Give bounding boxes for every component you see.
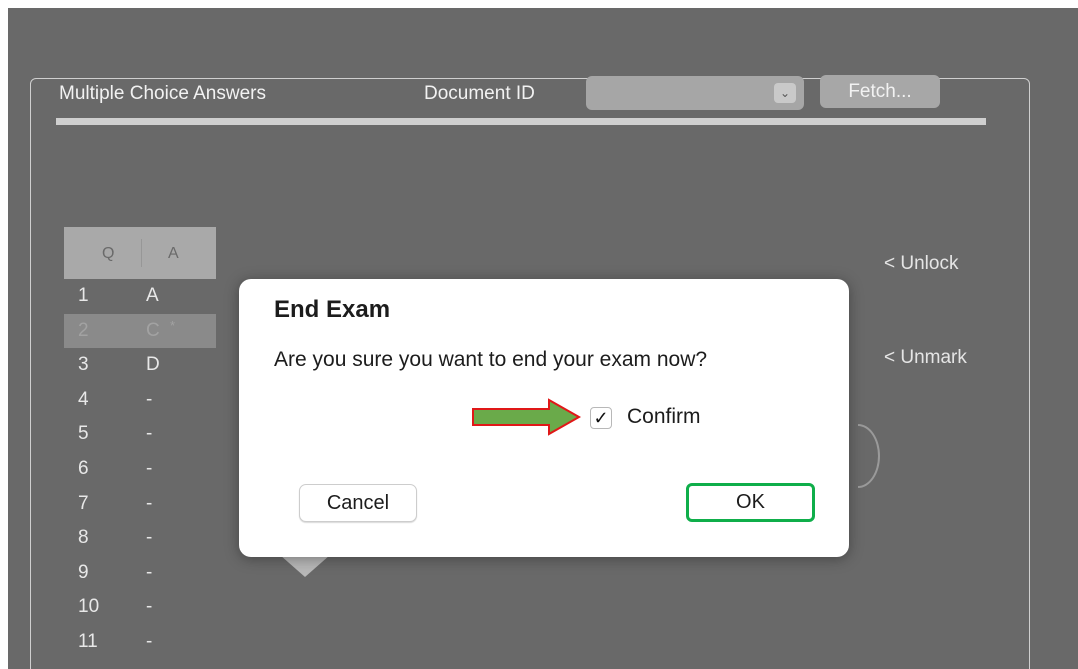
answer-value: A xyxy=(146,285,159,306)
answer-value: - xyxy=(146,492,153,514)
answer-value: - xyxy=(146,423,153,445)
answer-value: - xyxy=(146,596,153,618)
column-divider xyxy=(141,239,142,267)
answer-value: C xyxy=(146,319,160,341)
question-number: 8 xyxy=(78,527,89,549)
table-row[interactable]: 7- xyxy=(64,487,216,522)
panel-title: Multiple Choice Answers xyxy=(59,83,266,104)
unlock-link[interactable]: < Unlock xyxy=(884,253,958,275)
table-row[interactable]: 11 - xyxy=(64,625,216,660)
answer-value: - xyxy=(146,388,153,410)
table-row[interactable]: 1A xyxy=(64,279,216,314)
chevron-down-icon[interactable]: ⌄ xyxy=(774,83,796,103)
fetch-button[interactable]: Fetch... xyxy=(820,75,940,108)
question-number: 2 xyxy=(78,319,89,341)
answer-value: - xyxy=(146,561,153,583)
table-row[interactable]: 4- xyxy=(64,383,216,418)
marked-indicator: * xyxy=(170,317,176,333)
answer-value: D xyxy=(146,354,160,376)
question-number: 6 xyxy=(78,457,89,479)
table-row[interactable]: 9- xyxy=(64,556,216,591)
end-exam-dialog: End Exam Are you sure you want to end yo… xyxy=(239,279,849,557)
table-row[interactable]: 2 C * xyxy=(64,313,216,349)
expand-triangle-icon[interactable] xyxy=(280,555,330,577)
column-header-a[interactable]: A xyxy=(168,245,179,263)
unmark-link[interactable]: < Unmark xyxy=(884,347,967,369)
document-id-label: Document ID xyxy=(424,83,535,104)
dialog-message: Are you sure you want to end your exam n… xyxy=(274,348,708,371)
confirm-label[interactable]: Confirm xyxy=(627,405,701,429)
question-number: 1 xyxy=(78,285,89,306)
answers-table: Q A 1 A 2 C * 3 D 4-5-6-7-8-9-10-11- xyxy=(64,227,216,660)
question-number: 7 xyxy=(78,492,89,514)
answers-table-body: 1 A 2 C * 3 D 4-5-6-7-8-9-10-11- xyxy=(64,279,216,660)
table-row[interactable]: 5- xyxy=(64,417,216,452)
question-number: 9 xyxy=(78,561,89,583)
question-number: 5 xyxy=(78,423,89,445)
table-row[interactable]: 10 - xyxy=(64,590,216,625)
ok-button[interactable]: OK xyxy=(686,483,815,522)
column-header-q[interactable]: Q xyxy=(102,245,114,263)
question-number: 4 xyxy=(78,388,89,410)
confirm-checkbox[interactable]: ✓ xyxy=(590,407,612,429)
table-row[interactable]: 6- xyxy=(64,452,216,487)
cancel-button[interactable]: Cancel xyxy=(299,484,417,522)
question-number: 3 xyxy=(78,354,89,376)
answers-table-header: Q A xyxy=(64,227,216,279)
header-divider xyxy=(56,118,986,125)
answer-value: - xyxy=(146,457,153,479)
table-row[interactable]: 3D xyxy=(64,348,216,383)
annotation-arrow-icon xyxy=(472,398,582,436)
answer-value: - xyxy=(146,630,153,652)
dialog-title: End Exam xyxy=(274,296,391,323)
answer-value: - xyxy=(146,527,153,549)
document-id-select[interactable]: ⌄ xyxy=(586,76,804,110)
checkmark-icon: ✓ xyxy=(593,408,609,428)
question-number: 10 xyxy=(78,596,100,618)
question-number: 11 xyxy=(78,630,98,652)
table-row[interactable]: 8- xyxy=(64,521,216,556)
